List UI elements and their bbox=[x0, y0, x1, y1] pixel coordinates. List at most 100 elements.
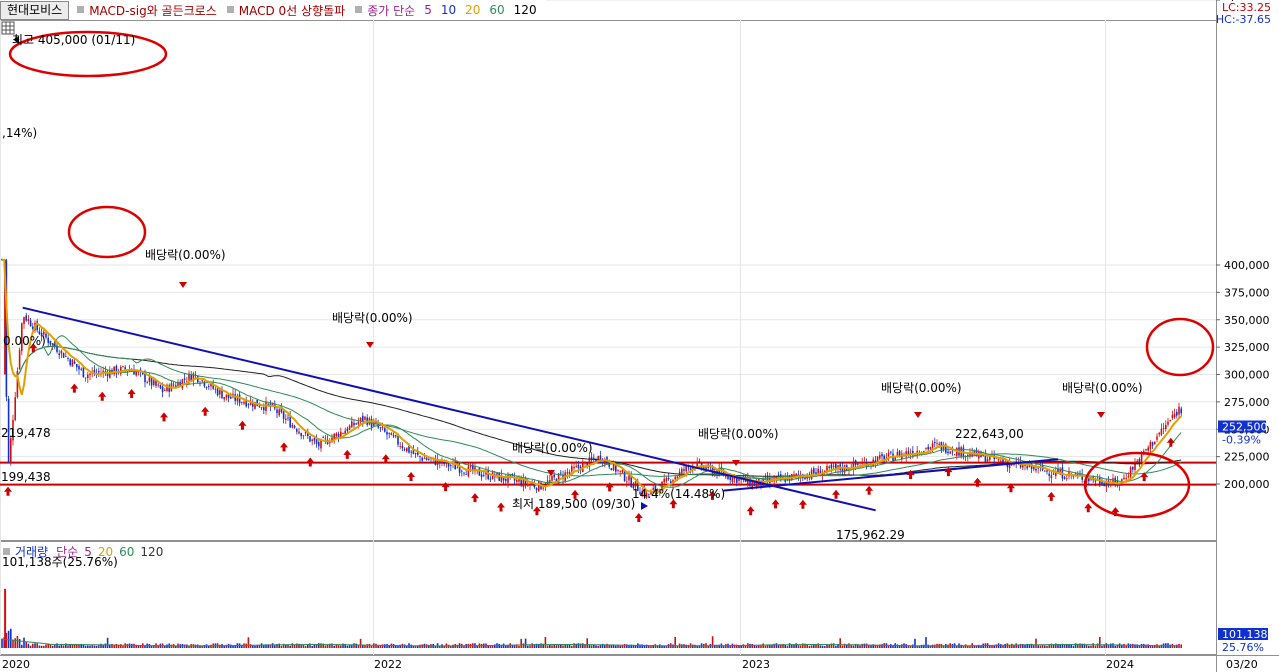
candle-body bbox=[1173, 413, 1176, 418]
price-axis-label: 275,000 bbox=[1224, 396, 1270, 409]
candle-body bbox=[1024, 465, 1026, 466]
volume-ma-20[interactable]: 20 bbox=[98, 545, 113, 559]
volume-bar bbox=[82, 644, 85, 648]
volume-bar bbox=[122, 645, 124, 648]
candle-body bbox=[230, 396, 232, 399]
candle-body bbox=[1046, 470, 1048, 472]
volume-ma-5[interactable]: 5 bbox=[84, 545, 92, 559]
candle-body bbox=[461, 470, 463, 472]
candle-body bbox=[276, 409, 278, 414]
annotation-label: 배당락(0.00%) bbox=[332, 311, 413, 325]
legend-ma-10[interactable]: 10 bbox=[441, 3, 456, 17]
candle-body bbox=[478, 468, 481, 476]
volume-bar bbox=[863, 643, 866, 648]
volume-bar bbox=[364, 645, 366, 648]
volume-bar bbox=[1127, 643, 1130, 648]
dividend-marker-arrow bbox=[179, 282, 187, 288]
candle-body bbox=[505, 479, 507, 482]
volume-bar bbox=[289, 645, 291, 648]
candle-body bbox=[219, 390, 221, 395]
candle-body bbox=[71, 359, 74, 367]
candle-body bbox=[1169, 419, 1171, 422]
volume-bar bbox=[562, 645, 564, 648]
volume-bar bbox=[291, 643, 294, 648]
buy-signal-arrow bbox=[1084, 503, 1093, 513]
candle-body bbox=[685, 465, 687, 472]
candle-body bbox=[1022, 465, 1024, 468]
volume-ma-120[interactable]: 120 bbox=[140, 545, 163, 559]
volume-bar bbox=[1101, 645, 1103, 648]
candle-body bbox=[58, 353, 60, 356]
volume-bar bbox=[850, 645, 852, 648]
volume-bar bbox=[751, 643, 753, 648]
volume-ma-60[interactable]: 60 bbox=[119, 545, 134, 559]
volume-bar bbox=[300, 644, 302, 648]
volume-bar bbox=[832, 643, 835, 648]
candle-body bbox=[986, 459, 989, 462]
stock-name-button[interactable]: 현대모비스 bbox=[0, 0, 70, 20]
volume-bar bbox=[1112, 643, 1114, 648]
buy-signal-arrow bbox=[865, 485, 874, 495]
candle-body bbox=[573, 466, 575, 469]
candle-body bbox=[225, 394, 228, 398]
legend-ma-label[interactable]: 종가 단순 bbox=[367, 2, 415, 19]
candle-body bbox=[175, 385, 177, 387]
buy-signal-arrow bbox=[634, 512, 643, 522]
trend-line bbox=[22, 306, 876, 512]
legend-ma-60[interactable]: 60 bbox=[489, 3, 504, 17]
volume-bar bbox=[1140, 644, 1143, 648]
volume-bar bbox=[353, 643, 355, 648]
candle-body bbox=[535, 487, 538, 491]
candle-body bbox=[87, 374, 89, 379]
volume-bar bbox=[901, 644, 903, 648]
legend-ma-20[interactable]: 20 bbox=[465, 3, 480, 17]
volume-bar bbox=[993, 645, 995, 648]
volume-bar bbox=[819, 645, 822, 648]
x-axis-label: 03/20 bbox=[1226, 658, 1258, 671]
volume-ma-label[interactable]: 단순 bbox=[56, 543, 78, 560]
volume-bar bbox=[1099, 636, 1101, 648]
candle-body bbox=[337, 434, 340, 438]
candle-body bbox=[1118, 485, 1121, 486]
volume-bar bbox=[254, 645, 256, 648]
volume-bar bbox=[58, 645, 60, 648]
volume-bar bbox=[1114, 645, 1116, 648]
volume-bar bbox=[56, 643, 58, 648]
candle-body bbox=[828, 466, 830, 469]
annotation-label: 최고 405,000 (01/11) bbox=[12, 33, 135, 47]
price-axis-label: 225,000 bbox=[1224, 451, 1270, 464]
volume-bar bbox=[137, 645, 140, 648]
candle-body bbox=[172, 384, 175, 386]
volume-bar bbox=[23, 637, 25, 648]
candle-body bbox=[67, 358, 69, 359]
legend-ma-5[interactable]: 5 bbox=[424, 3, 432, 17]
candle-body bbox=[1162, 428, 1165, 429]
candle-body bbox=[813, 468, 815, 474]
candle-body bbox=[538, 481, 540, 492]
candle-body bbox=[386, 432, 388, 435]
candle-body bbox=[810, 469, 813, 480]
legend-ma-120[interactable]: 120 bbox=[514, 3, 537, 17]
candle-body bbox=[542, 487, 544, 489]
candle-body bbox=[25, 315, 27, 321]
volume-bar bbox=[1169, 644, 1171, 648]
volume-bar bbox=[247, 637, 250, 648]
legend-indicator-1[interactable]: MACD-sig와 골든크로스 bbox=[89, 2, 217, 19]
volume-bar bbox=[293, 644, 296, 648]
volume-bar bbox=[1044, 645, 1046, 648]
candle-body bbox=[403, 449, 406, 451]
candle-body bbox=[571, 466, 573, 472]
buy-signal-arrow bbox=[470, 493, 479, 503]
volume-bar bbox=[1094, 645, 1097, 648]
candle-body bbox=[357, 421, 360, 425]
volume-bar bbox=[340, 645, 342, 648]
candle-body bbox=[260, 407, 263, 409]
volume-bar bbox=[546, 645, 549, 648]
volume-bar bbox=[403, 644, 406, 648]
volume-bar bbox=[304, 645, 307, 648]
volume-bar bbox=[799, 645, 802, 648]
volume-bar bbox=[32, 643, 34, 648]
candle-body bbox=[465, 473, 467, 475]
volume-label[interactable]: 거래량 bbox=[15, 543, 48, 560]
legend-indicator-2[interactable]: MACD 0선 상향돌파 bbox=[239, 2, 345, 19]
